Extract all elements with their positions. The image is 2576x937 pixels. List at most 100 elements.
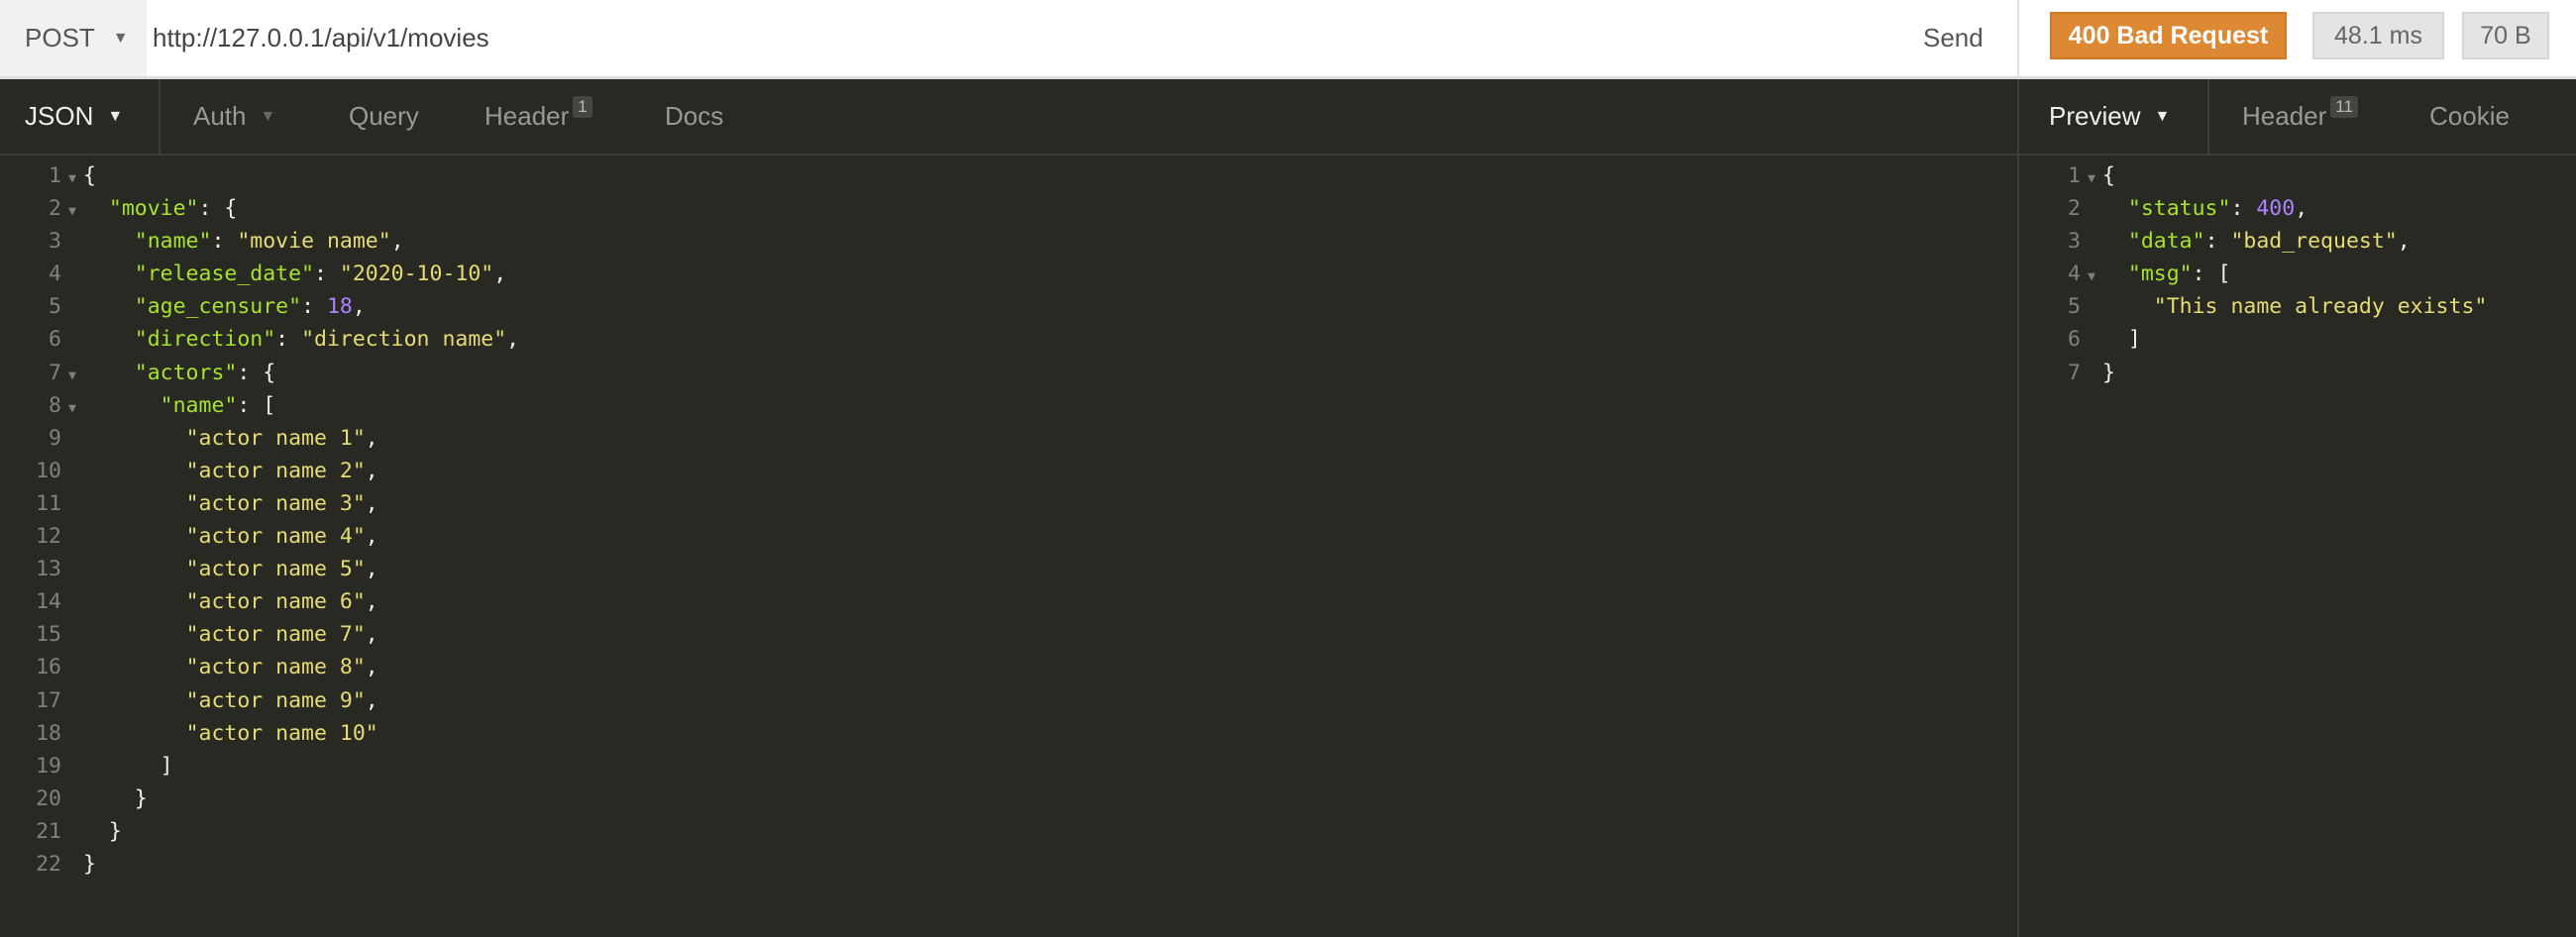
code-line: 6 ] [2019,325,2487,358]
fold-arrow-icon[interactable]: ▼ [61,362,83,391]
code-line: 19 ] [0,752,519,784]
tab-auth[interactable]: Auth ▼ [193,79,275,154]
json-punct [2102,196,2128,221]
json-punct: , [2295,196,2308,222]
json-punct: : { [198,196,238,222]
url-input[interactable]: http://127.0.0.1/api/v1/movies [149,0,489,76]
json-punct [83,622,186,647]
json-punct: , [2397,229,2411,255]
fold-arrow-icon[interactable]: ▼ [61,164,83,194]
json-key: "name" [160,392,238,418]
fold-arrow-icon [61,820,83,850]
json-punct [83,229,135,254]
fold-arrow-icon [61,623,83,653]
request-body-editor[interactable]: 1 ▼{2 ▼ "movie": {3 "name": "movie name", 4… [0,161,519,883]
code-line: 4 "release_date": "2020-10-10", [0,260,519,292]
tab-header[interactable]: Header 1 [484,79,592,154]
code-line: 22 } [0,850,519,883]
request-bar: POST ▼ http://127.0.0.1/api/v1/movies Sen… [0,0,2576,79]
response-preview: 1 ▼{2 "status": 400, 3 "data": "bad_reques… [2019,161,2487,391]
code-line: 20 } [0,784,519,817]
json-punct: } [83,818,122,844]
json-key: "movie" [108,196,199,222]
json-string: "actor name 3" [185,490,366,516]
tab-preview[interactable]: Preview ▼ [2049,79,2170,154]
json-punct: : [2204,229,2231,255]
line-number: 13 [36,557,61,582]
line-number: 7 [2068,360,2081,385]
line-number: 1 [2068,163,2081,188]
fold-arrow-icon [61,787,83,817]
line-number: 2 [49,196,61,222]
fold-arrow-icon [61,230,83,260]
json-punct: : [ [2192,261,2231,287]
line-number: 3 [2068,229,2081,255]
json-string: "actor name 10" [185,720,378,746]
tab-response-header[interactable]: Header 11 [2242,79,2358,154]
fold-arrow-icon [2081,197,2102,227]
response-size-badge: 70 B [2462,12,2549,59]
json-punct [83,294,135,319]
response-time-badge: 48.1 ms [2312,12,2444,59]
json-punct: : [ [237,392,276,418]
json-string: "This name already exists" [2153,294,2488,320]
json-string: "actor name 6" [185,589,366,615]
json-key: "release_date" [134,261,314,287]
json-punct: , [390,229,404,255]
tab-cookie[interactable]: Cookie [2429,79,2510,154]
line-number: 7 [49,360,61,385]
line-number: 6 [2068,327,2081,353]
json-string: "direction name" [301,327,507,353]
code-line: 21 } [0,817,519,850]
line-number: 18 [36,720,61,746]
chevron-down-icon: ▼ [2154,107,2171,125]
code-line: 11 "actor name 3", [0,489,519,522]
code-line: 5 "age_censure": 18, [0,292,519,325]
json-key: "name" [134,229,212,255]
line-number: 2 [2068,196,2081,222]
code-line: 7 } [2019,359,2487,391]
tab-json[interactable]: JSON ▼ [25,79,123,154]
json-key: "direction" [134,327,276,353]
line-number: 3 [49,229,61,255]
json-punct [83,589,186,614]
code-line: 5 "This name already exists" [2019,292,2487,325]
chevron-down-icon: ▼ [260,107,276,125]
json-string: "actor name 4" [185,524,366,550]
tab-label: JSON [25,101,94,131]
tab-label: Preview [2049,101,2141,131]
fold-arrow-icon [61,427,83,457]
tab-separator [2207,79,2209,156]
code-line: 7 ▼ "actors": { [0,359,519,391]
fold-arrow-icon[interactable]: ▼ [61,394,83,424]
tab-query[interactable]: Query [349,79,419,154]
json-punct: , [365,458,378,483]
json-punct: } [2102,360,2115,385]
json-punct: : [314,261,340,287]
code-line: 4 ▼ "msg": [ [2019,260,2487,292]
json-punct: , [365,490,378,516]
line-number: 10 [36,458,61,483]
fold-arrow-icon[interactable]: ▼ [2081,164,2102,194]
json-key: "actors" [134,360,238,385]
send-button[interactable]: Send [1923,0,1984,76]
json-punct [2102,229,2128,254]
fold-arrow-icon[interactable]: ▼ [61,197,83,227]
json-punct: : { [237,360,276,385]
code-line: 3 "name": "movie name", [0,227,519,260]
line-number: 16 [36,655,61,680]
line-number: 5 [2068,294,2081,320]
code-line: 12 "actor name 4", [0,522,519,555]
fold-arrow-icon[interactable]: ▼ [2081,262,2102,292]
line-number: 5 [49,294,61,320]
code-line: 8 ▼ "name": [ [0,391,519,424]
code-line: 3 "data": "bad_request", [2019,227,2487,260]
line-number: 12 [36,524,61,550]
method-select[interactable]: POST ▼ [0,0,147,76]
tab-docs[interactable]: Docs [665,79,723,154]
tab-label: Cookie [2429,101,2510,131]
json-punct: } [83,851,96,877]
json-string: "actor name 9" [185,687,366,713]
tab-label: Header [484,101,570,131]
json-punct: , [352,294,366,320]
